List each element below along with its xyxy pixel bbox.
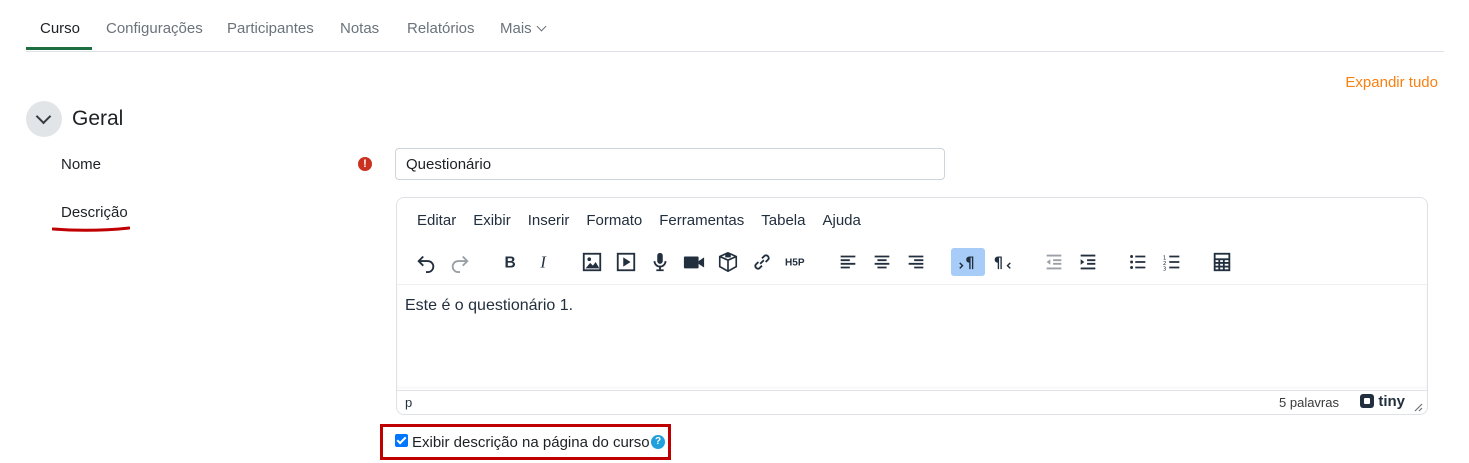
editor-statusbar: p 5 palavras tiny bbox=[397, 390, 1427, 415]
svg-text:I: I bbox=[539, 253, 547, 272]
tiny-logo-icon bbox=[1360, 394, 1375, 408]
record-audio-icon[interactable] bbox=[643, 248, 677, 276]
name-label: Nome bbox=[61, 156, 102, 173]
equation-editor-icon[interactable] bbox=[1205, 248, 1239, 276]
media-icon[interactable] bbox=[609, 248, 643, 276]
tab-curso[interactable]: Curso bbox=[40, 20, 80, 37]
indent-icon[interactable] bbox=[1071, 248, 1105, 276]
name-input[interactable] bbox=[395, 148, 945, 180]
description-label: Descrição bbox=[61, 204, 128, 221]
rtl-icon[interactable]: ¶ bbox=[985, 248, 1019, 276]
link-icon[interactable] bbox=[745, 248, 779, 276]
tab-mais[interactable]: Mais bbox=[500, 20, 547, 37]
word-count[interactable]: 5 palavras bbox=[1279, 395, 1339, 410]
red-underline-annotation bbox=[52, 226, 130, 232]
help-icon[interactable]: ? bbox=[651, 435, 665, 449]
show-description-label[interactable]: Exibir descrição na página do curso bbox=[412, 434, 650, 451]
tiny-brand-text: tiny bbox=[1378, 393, 1405, 410]
undo-icon[interactable] bbox=[409, 248, 443, 276]
redo-icon[interactable] bbox=[443, 248, 477, 276]
italic-icon[interactable]: I bbox=[527, 248, 561, 276]
editor-content-area[interactable]: Este é o questionário 1. bbox=[397, 284, 1427, 389]
section-collapse-toggle[interactable] bbox=[26, 101, 62, 137]
tiny-brand-link[interactable]: tiny bbox=[1360, 393, 1405, 410]
section-title: Geral bbox=[72, 107, 124, 130]
tab-configuracoes[interactable]: Configurações bbox=[106, 20, 203, 37]
menu-inserir[interactable]: Inserir bbox=[528, 212, 570, 229]
svg-text:¶: ¶ bbox=[994, 255, 1003, 272]
align-right-icon[interactable] bbox=[899, 248, 933, 276]
tab-mais-label: Mais bbox=[500, 20, 532, 37]
rich-text-editor: Editar Exibir Inserir Formato Ferramentas Tab… bbox=[396, 197, 1428, 415]
menu-ajuda[interactable]: Ajuda bbox=[822, 212, 860, 229]
chevron-down-icon bbox=[35, 108, 52, 125]
svg-text:3: 3 bbox=[1163, 266, 1167, 272]
required-icon: ! bbox=[358, 157, 372, 171]
svg-text:¶: ¶ bbox=[965, 255, 974, 272]
record-video-icon[interactable] bbox=[677, 248, 711, 276]
editor-content-text[interactable]: Este é o questionário 1. bbox=[405, 297, 573, 315]
tab-notas[interactable]: Notas bbox=[340, 20, 379, 37]
h5p-content-bank-icon[interactable] bbox=[711, 248, 745, 276]
element-path[interactable]: p bbox=[405, 395, 412, 410]
menu-ferramentas[interactable]: Ferramentas bbox=[659, 212, 744, 229]
svg-text:H5P: H5P bbox=[785, 258, 805, 269]
menu-exibir[interactable]: Exibir bbox=[473, 212, 511, 229]
svg-text:B: B bbox=[505, 255, 516, 272]
numbered-list-icon[interactable]: 123 bbox=[1155, 248, 1189, 276]
align-left-icon[interactable] bbox=[831, 248, 865, 276]
resize-handle-icon[interactable] bbox=[1414, 403, 1423, 412]
outdent-icon[interactable] bbox=[1037, 248, 1071, 276]
align-center-icon[interactable] bbox=[865, 248, 899, 276]
secondary-navigation: Curso Configurações Participantes Notas … bbox=[26, 0, 1444, 52]
chevron-down-icon bbox=[536, 21, 547, 32]
menu-editar[interactable]: Editar bbox=[417, 212, 456, 229]
tab-participantes[interactable]: Participantes bbox=[227, 20, 314, 37]
expand-all-link[interactable]: Expandir tudo bbox=[1345, 74, 1438, 91]
bullet-list-icon[interactable] bbox=[1121, 248, 1155, 276]
editor-menubar: Editar Exibir Inserir Formato Ferramentas Tab… bbox=[417, 212, 878, 229]
h5p-icon[interactable]: H5P bbox=[779, 248, 813, 276]
show-description-checkbox[interactable] bbox=[395, 434, 408, 447]
ltr-icon[interactable]: ¶ bbox=[951, 248, 985, 276]
image-icon[interactable] bbox=[575, 248, 609, 276]
active-tab-indicator bbox=[26, 47, 92, 50]
menu-tabela[interactable]: Tabela bbox=[761, 212, 805, 229]
menu-formato[interactable]: Formato bbox=[586, 212, 642, 229]
bold-icon[interactable]: B bbox=[493, 248, 527, 276]
tab-relatorios[interactable]: Relatórios bbox=[407, 20, 475, 37]
